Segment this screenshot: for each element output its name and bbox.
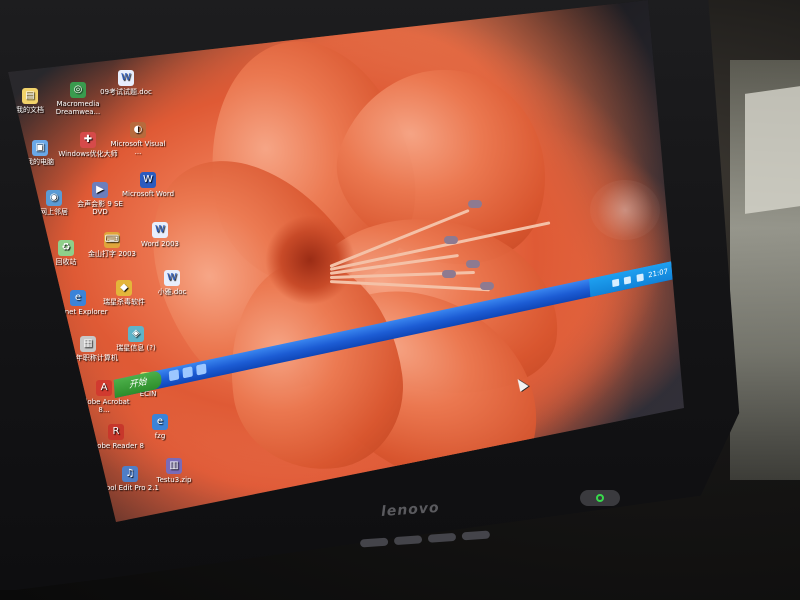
media-player-icon[interactable]: [196, 363, 207, 376]
flower-anther: [466, 260, 480, 268]
volume-icon[interactable]: [612, 278, 620, 287]
flower-anther: [442, 270, 456, 278]
monitor-up-button[interactable]: [427, 532, 457, 543]
acrobat-icon: A: [96, 380, 112, 396]
ie-shortcut-icon: e: [152, 414, 168, 430]
tray-clock[interactable]: 21:07: [648, 267, 668, 279]
start-label: 开始: [128, 377, 147, 391]
monitor-menu-button[interactable]: [359, 537, 389, 548]
adobe-reader-icon: R: [108, 424, 124, 440]
visual-studio-icon: ◐: [130, 122, 146, 138]
monitor-down-button[interactable]: [393, 535, 423, 546]
desktop-icon[interactable]: ◐ Microsoft Visual ...: [108, 122, 168, 156]
dreamweaver-icon: ◎: [70, 82, 86, 98]
word-icon: W: [140, 172, 156, 188]
antivirus-icon: ◆: [116, 280, 132, 296]
recycle-bin-icon: ♻: [58, 240, 74, 256]
internet-explorer-icon: e: [70, 290, 86, 306]
desktop-icon[interactable]: W 小雅.doc: [142, 270, 202, 296]
ie-quick-launch-icon[interactable]: [168, 369, 180, 382]
power-icon: [596, 494, 604, 502]
flower-anther: [468, 200, 482, 208]
power-button[interactable]: [580, 490, 620, 506]
desktop-icon[interactable]: W Word 2003: [130, 222, 190, 248]
flower-anther: [480, 282, 494, 290]
show-desktop-icon[interactable]: [182, 366, 193, 379]
exam-software-icon: ▦: [80, 336, 96, 352]
desktop-icon[interactable]: ◈ 瑞星信息 (?): [106, 326, 166, 352]
video-editor-icon: ▶: [92, 182, 108, 198]
word-2003-icon: W: [152, 222, 168, 238]
zip-archive-icon: ▥: [166, 458, 182, 474]
desktop-icon[interactable]: e fzg: [130, 414, 190, 440]
screen-glare: [590, 180, 660, 240]
my-documents-icon: ▤: [22, 88, 38, 104]
desktop-icon[interactable]: W 09考试试题.doc: [96, 70, 156, 96]
paper-stack: [745, 86, 800, 214]
network-places-icon: ◉: [46, 190, 62, 206]
photo-scene: ▤ 我的文档 ▣ 我的电脑 ◉ 网上邻居 ♻ 回收站 e Internet Ex…: [0, 0, 800, 600]
cool-edit-icon: ♫: [122, 466, 138, 482]
flower-anther: [444, 236, 458, 244]
rising-info-icon: ◈: [128, 326, 144, 342]
windows-optimizer-icon: ✚: [80, 132, 96, 148]
my-computer-icon: ▣: [32, 140, 48, 156]
monitor-auto-button[interactable]: [461, 530, 491, 541]
word-doc-icon: W: [118, 70, 134, 86]
desktop-icon[interactable]: W Microsoft Word: [118, 172, 178, 198]
desktop-icon[interactable]: ▥ Testu3.zip: [144, 458, 204, 484]
network-icon[interactable]: [624, 275, 632, 285]
antivirus-tray-icon[interactable]: [636, 273, 644, 282]
word-doc-icon: W: [164, 270, 180, 286]
typing-tutor-icon: ⌨: [104, 232, 120, 248]
